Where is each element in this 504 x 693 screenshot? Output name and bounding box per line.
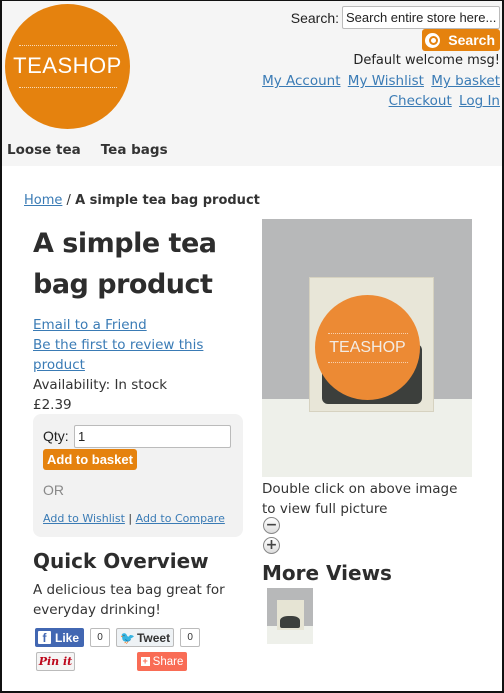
tweet-label: Tweet — [136, 630, 171, 645]
sticker-text: TEASHOP — [329, 338, 406, 356]
twitter-bird-icon: 🐦 — [120, 630, 135, 645]
search-label: Search: — [290, 9, 339, 26]
nav-item-tea-bags[interactable]: Tea bags — [101, 142, 168, 158]
breadcrumb-home[interactable]: Home — [24, 193, 62, 208]
pin-it-button[interactable]: Pin it — [36, 652, 75, 671]
product-links: Email to a Friend Be the first to review… — [33, 315, 233, 375]
more-views-title: More Views — [262, 561, 392, 585]
like-count: 0 — [90, 628, 111, 647]
search-input[interactable] — [342, 6, 500, 29]
main-nav: Loose tea Tea bags — [7, 142, 188, 158]
tweet-button[interactable]: 🐦 Tweet — [116, 628, 175, 647]
search-button[interactable]: Search — [422, 29, 500, 51]
welcome-message: Default welcome msg! — [353, 53, 500, 68]
qty-input[interactable] — [74, 425, 231, 448]
sticker-divider — [327, 361, 408, 363]
facebook-like-button[interactable]: f Like — [35, 628, 85, 647]
header: TEASHOP Search: Search Default welcome m… — [2, 1, 502, 166]
link-separator: | — [128, 512, 133, 525]
quick-overview-title: Quick Overview — [33, 549, 209, 573]
plus-icon: + — [140, 656, 150, 666]
share-label: Share — [152, 655, 184, 668]
social-row: f Like 0 🐦 Tweet 0 — [35, 628, 201, 647]
logo-text: TEASHOP — [13, 53, 122, 78]
nav-item-loose-tea[interactable]: Loose tea — [7, 142, 81, 158]
review-link[interactable]: Be the first to review this product — [33, 335, 233, 375]
login-link[interactable]: Log In — [459, 93, 500, 109]
facebook-icon: f — [38, 631, 51, 645]
zoom-in-icon[interactable]: + — [263, 537, 280, 554]
logo-divider — [18, 45, 117, 46]
account-links: My Account My Wishlist My basket — [259, 73, 500, 89]
email-friend-link[interactable]: Email to a Friend — [33, 315, 233, 335]
checkout-links: Checkout Log In — [386, 93, 500, 109]
zoom-out-icon[interactable]: − — [263, 517, 280, 534]
like-label: Like — [55, 630, 80, 645]
add-to-basket-button[interactable]: Add to basket — [43, 449, 137, 470]
more-views-thumbnail[interactable] — [267, 588, 313, 644]
teashop-logo[interactable]: TEASHOP — [5, 4, 130, 129]
page-frame: TEASHOP Search: Search Default welcome m… — [0, 0, 504, 693]
teashop-sticker: TEASHOP — [315, 295, 420, 400]
add-to-wishlist-link[interactable]: Add to Wishlist — [43, 512, 125, 525]
my-basket-link[interactable]: My basket — [431, 73, 500, 89]
add-to-cart-box: Qty: Add to basket OR Add to Wishlist | … — [33, 414, 243, 537]
tweet-count: 0 — [180, 628, 201, 647]
search-row: Search: — [291, 6, 500, 29]
search-button-label: Search — [448, 32, 495, 48]
qty-label: Qty: — [43, 428, 69, 444]
breadcrumb: Home / A simple tea bag product — [24, 193, 260, 208]
my-account-link[interactable]: My Account — [262, 73, 340, 89]
search-icon — [425, 32, 441, 48]
thumb-leaves — [280, 616, 300, 628]
product-image[interactable]: TEASHOP — [262, 219, 472, 477]
add-to-compare-link[interactable]: Add to Compare — [136, 512, 225, 525]
checkout-link[interactable]: Checkout — [389, 93, 452, 109]
breadcrumb-current: A simple tea bag product — [75, 193, 260, 208]
availability: Availability: In stock — [33, 377, 168, 393]
product-title: A simple tea bag product — [33, 228, 217, 300]
quick-overview-text: A delicious tea bag great for everyday d… — [33, 582, 225, 618]
breadcrumb-separator: / — [66, 193, 71, 208]
price: £2.39 — [33, 397, 72, 413]
my-wishlist-link[interactable]: My Wishlist — [348, 73, 424, 89]
share-button[interactable]: + Share — [137, 652, 187, 671]
image-note: Double click on above image to view full… — [262, 481, 458, 517]
sticker-divider — [327, 332, 408, 334]
wishlist-compare-row: Add to Wishlist | Add to Compare — [43, 512, 225, 525]
or-label: OR — [43, 482, 64, 498]
logo-divider — [18, 87, 117, 88]
